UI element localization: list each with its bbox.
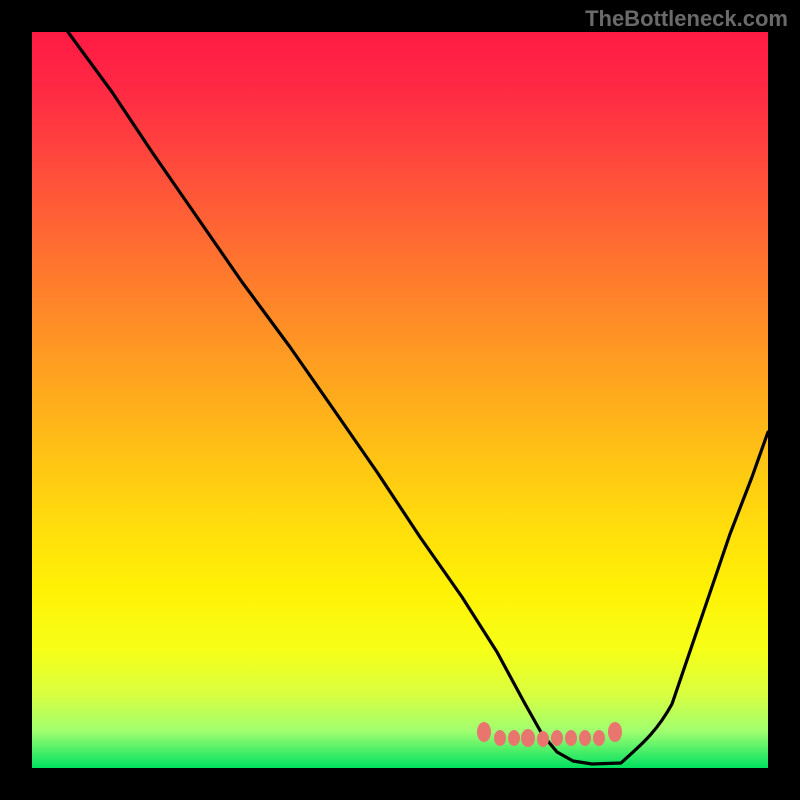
marker-dot [521,729,535,747]
marker-dot [494,730,506,746]
marker-dot [537,731,549,747]
bottleneck-curve-path [68,32,768,764]
marker-dot [593,730,605,746]
frame-left [0,0,32,800]
marker-dot [579,730,591,746]
marker-dot [508,730,520,746]
plot-area [32,32,768,768]
frame-bottom [0,768,800,800]
marker-dot [477,722,491,742]
chart-svg [32,32,768,768]
marker-dot [565,730,577,746]
marker-dot [608,722,622,742]
frame-right [768,0,800,800]
watermark-text: TheBottleneck.com [585,6,788,32]
marker-dot [551,730,563,746]
